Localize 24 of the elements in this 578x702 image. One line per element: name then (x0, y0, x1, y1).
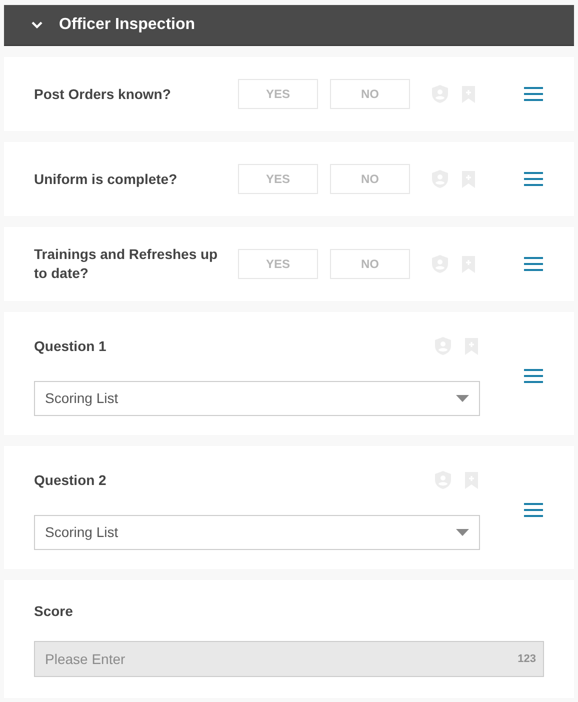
yes-button[interactable]: YES (238, 79, 318, 109)
question-label: Trainings and Refreshes up to date? (34, 245, 219, 283)
section-title: Officer Inspection (59, 15, 196, 35)
question-label: Question 1 (34, 336, 106, 356)
dropdown-caret-icon (456, 529, 469, 536)
menu-icon[interactable] (524, 257, 543, 271)
no-button[interactable]: NO (330, 249, 410, 279)
no-button[interactable]: NO (330, 164, 410, 194)
scoring-list-dropdown[interactable]: Scoring List (34, 515, 480, 550)
menu-icon[interactable] (524, 369, 543, 383)
score-label: Score (34, 602, 74, 621)
menu-icon[interactable] (524, 87, 543, 101)
question-label: Question 2 (34, 470, 106, 490)
dropdown-caret-icon (456, 395, 469, 402)
scoring-list-dropdown[interactable]: Scoring List (34, 381, 480, 416)
number-hint: 123 (518, 652, 536, 666)
no-button[interactable]: NO (330, 79, 410, 109)
question-label: Uniform is complete? (34, 170, 178, 188)
yes-button[interactable]: YES (238, 164, 318, 194)
menu-icon[interactable] (524, 172, 543, 186)
section-header[interactable]: Officer Inspection (4, 5, 574, 46)
menu-icon[interactable] (524, 503, 543, 517)
question-label: Post Orders known? (34, 84, 172, 104)
yes-button[interactable]: YES (238, 249, 318, 279)
